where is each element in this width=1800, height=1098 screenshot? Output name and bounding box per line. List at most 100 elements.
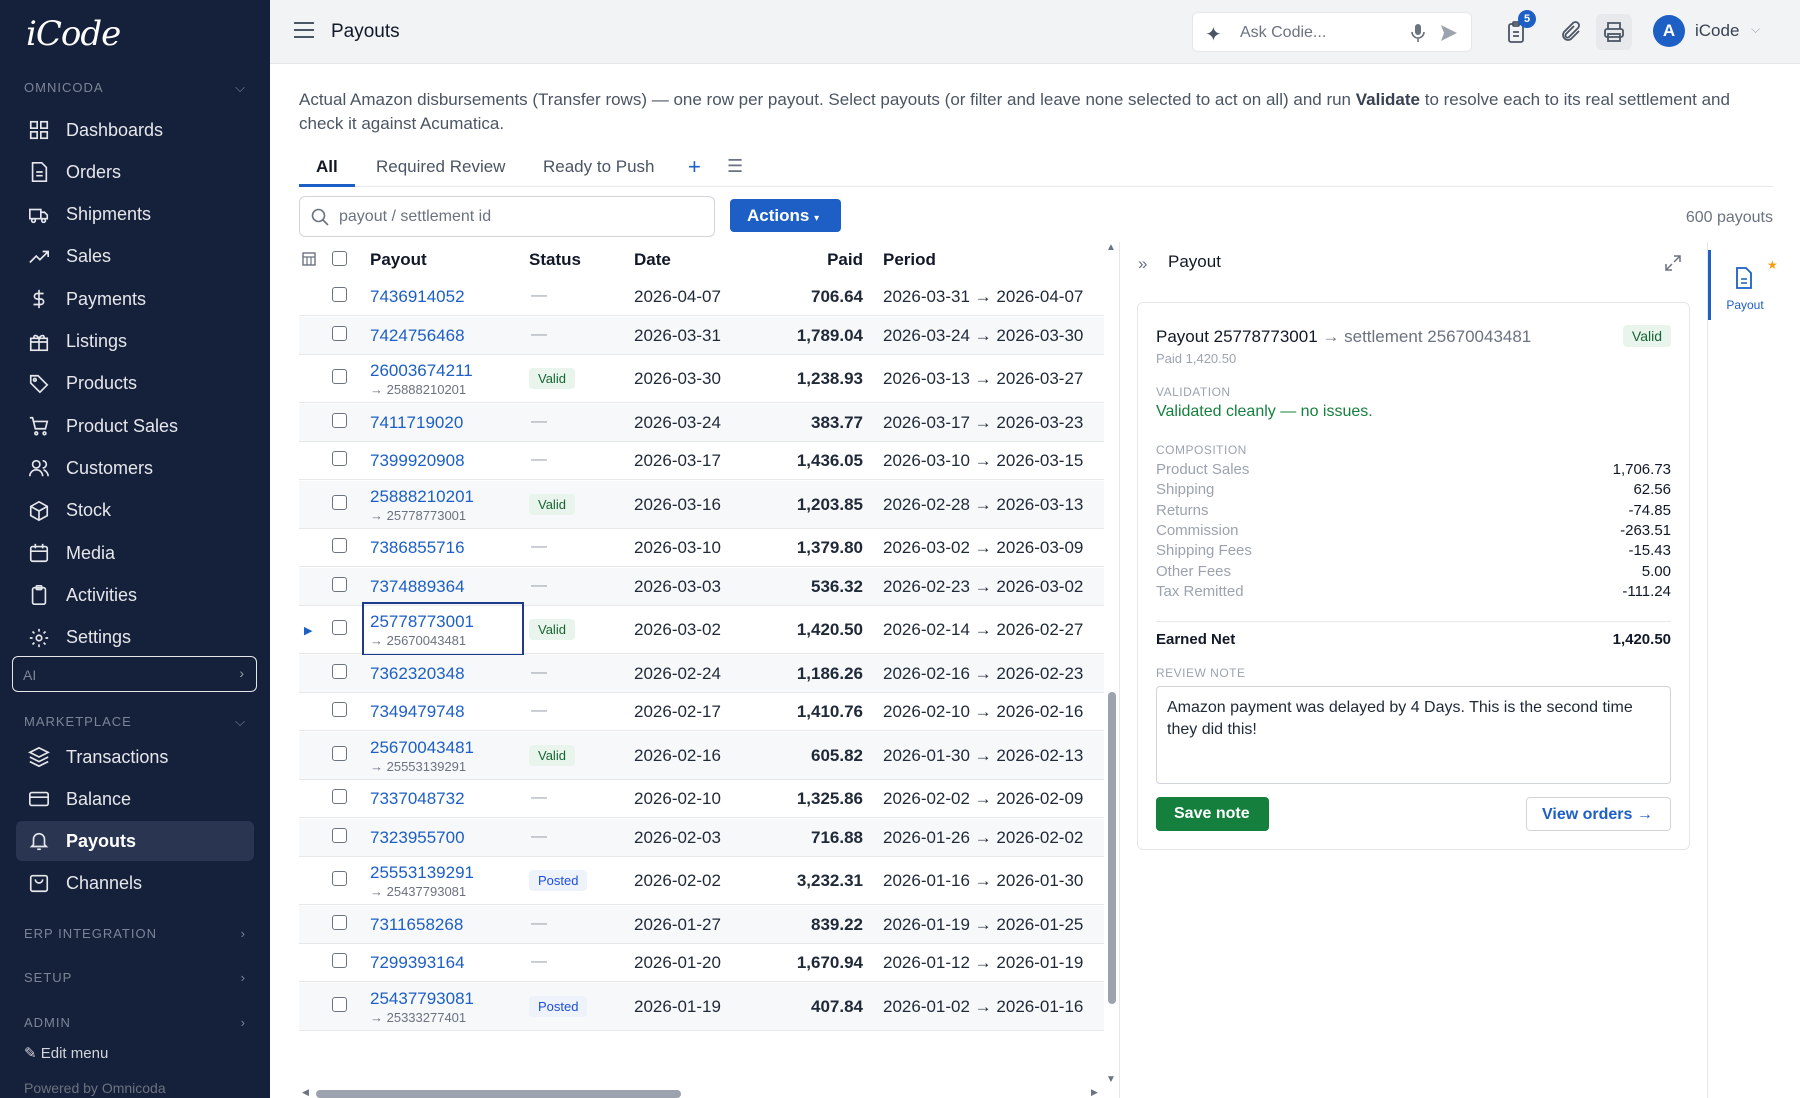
table-row[interactable]: 7411719020 — 2026-03-24 383.77 2026-03-17 → …	[299, 403, 1104, 442]
row-checkbox[interactable]	[332, 789, 347, 804]
sidebar-item-media[interactable]: Media	[16, 533, 254, 573]
row-checkbox[interactable]	[332, 538, 347, 553]
row-checkbox[interactable]	[332, 827, 347, 843]
sidebar-item-listings[interactable]: Listings	[16, 322, 254, 362]
section-erp-integration[interactable]: ERP INTEGRATION ›	[24, 926, 246, 946]
payout-id-link[interactable]: 7299393164	[370, 953, 465, 973]
horizontal-scrollbar[interactable]: ◀ ▶	[299, 1087, 1104, 1098]
review-note-textarea[interactable]: Amazon payment was delayed by 4 Days. Th…	[1156, 686, 1671, 784]
list-icon[interactable]: ☰	[727, 156, 743, 177]
view-orders-button[interactable]: View orders →	[1526, 797, 1671, 831]
attach-button[interactable]	[1553, 14, 1589, 50]
search-input[interactable]: payout / settlement id	[299, 196, 715, 237]
payout-id-link[interactable]: 7411719020	[370, 413, 463, 433]
horizontal-scroll-thumb[interactable]	[316, 1090, 681, 1098]
payout-id-link[interactable]: 7337048732	[370, 789, 465, 809]
ask-codie-input[interactable]: ✦ Ask Codie...	[1192, 12, 1472, 52]
payout-id-link[interactable]: 7399920908	[370, 451, 465, 471]
row-checkbox[interactable]	[332, 663, 347, 679]
payout-id-link[interactable]: 26003674211	[370, 361, 473, 381]
row-checkbox[interactable]	[332, 325, 347, 341]
table-row[interactable]: 7399920908 — 2026-03-17 1,436.05 2026-03-10 …	[299, 442, 1104, 480]
section-marketplace[interactable]: MARKETPLACE ⌵	[24, 714, 246, 734]
table-row[interactable]: 25437793081 → 25333277401 Posted 2026-01-19…	[299, 982, 1104, 1031]
table-row[interactable]: 25888210201 → 25778773001 Valid 2026-03-16 1…	[299, 480, 1104, 529]
column-header-payout[interactable]: Payout	[370, 250, 427, 270]
actions-button[interactable]: Actions ▾	[730, 199, 841, 232]
sidebar-item-payments[interactable]: Payments	[16, 279, 254, 319]
sidebar-item-activities[interactable]: Activities	[16, 575, 254, 615]
user-name[interactable]: iCode	[1695, 21, 1739, 41]
table-row[interactable]: 7337048732 — 2026-02-10 1,325.86 2026-02-02 …	[299, 780, 1104, 818]
column-header-date[interactable]: Date	[634, 250, 671, 270]
select-all-checkbox[interactable]	[332, 251, 347, 266]
row-checkbox[interactable]	[332, 369, 347, 384]
table-row[interactable]: 25670043481 → 25553139291 Valid 2026-02-16 6…	[299, 731, 1104, 780]
payout-id-link[interactable]: 7349479748	[370, 702, 465, 722]
chevron-down-icon[interactable]: ⌵	[1751, 22, 1760, 37]
ai-menu[interactable]: AI ›	[12, 656, 257, 692]
table-row[interactable]: 7323955700 — 2026-02-03 716.88 2026-01-26 → …	[299, 818, 1104, 857]
row-checkbox[interactable]	[332, 914, 347, 930]
section-setup[interactable]: SETUP ›	[24, 970, 246, 990]
tab-all[interactable]: All	[299, 157, 355, 187]
table-row[interactable]: 7349479748 — 2026-02-17 1,410.76 2026-02-10 …	[299, 693, 1104, 731]
table-row[interactable]: 26003674211 → 25888210201 Valid 2026-03-30 1…	[299, 355, 1104, 403]
table-row[interactable]: 7386855716 — 2026-03-10 1,379.80 2026-03-02 …	[299, 529, 1104, 567]
payout-id-link[interactable]: 7386855716	[370, 538, 465, 558]
sidebar-item-payouts[interactable]: Payouts	[16, 821, 254, 861]
sidebar-item-product-sales[interactable]: Product Sales	[16, 406, 254, 446]
sidebar-item-stock[interactable]: Stock	[16, 491, 254, 531]
sidebar-item-balance[interactable]: Balance	[16, 779, 254, 819]
collapse-icon[interactable]: »	[1138, 254, 1147, 274]
table-row[interactable]: ▶ 25778773001 → 25670043481 Valid 2026-03-02…	[299, 602, 1104, 656]
payout-id-link[interactable]: 25553139291	[370, 863, 474, 883]
menu-icon[interactable]	[292, 20, 316, 40]
payout-id-link[interactable]: 7311658268	[370, 915, 463, 935]
section-omnicoda[interactable]: OMNICODA ⌵	[24, 80, 246, 100]
row-checkbox[interactable]	[332, 953, 347, 968]
column-settings-icon[interactable]	[302, 251, 316, 271]
column-header-period[interactable]: Period	[883, 250, 936, 270]
row-checkbox[interactable]	[332, 745, 347, 761]
vertical-scroll-thumb[interactable]	[1108, 692, 1116, 1004]
row-checkbox[interactable]	[332, 702, 347, 717]
payout-id-link[interactable]: 7374889364	[370, 577, 465, 597]
expand-icon[interactable]	[1664, 254, 1682, 272]
edit-menu-link[interactable]: ✎ Edit menu	[24, 1044, 108, 1062]
row-checkbox[interactable]	[332, 576, 347, 592]
column-header-paid[interactable]: Paid	[827, 250, 863, 270]
sidebar-item-dashboards[interactable]: Dashboards	[16, 110, 254, 150]
sidebar-item-customers[interactable]: Customers	[16, 448, 254, 488]
avatar[interactable]: A	[1653, 15, 1685, 47]
sidebar-item-transactions[interactable]: Transactions	[16, 737, 254, 777]
sidebar-item-channels[interactable]: Channels	[16, 863, 254, 903]
payout-id-link[interactable]: 7424756468	[370, 326, 465, 346]
sidebar-item-orders[interactable]: Orders	[16, 152, 254, 192]
row-checkbox[interactable]	[332, 996, 347, 1012]
column-header-status[interactable]: Status	[529, 250, 581, 270]
payout-id-link[interactable]: 25888210201	[370, 487, 474, 507]
payout-id-link[interactable]: 7436914052	[370, 287, 465, 307]
send-icon[interactable]	[1439, 23, 1459, 43]
vertical-scrollbar[interactable]: ▲ ▼	[1104, 242, 1118, 1087]
payout-id-link[interactable]: 7362320348	[370, 664, 465, 684]
sidebar-item-settings[interactable]: Settings	[16, 618, 254, 658]
scroll-left-icon[interactable]: ◀	[302, 1087, 309, 1098]
payout-id-link[interactable]: 25437793081	[370, 989, 474, 1009]
save-note-button[interactable]: Save note	[1156, 797, 1269, 831]
table-row[interactable]: 7374889364 — 2026-03-03 536.32 2026-02-23 → …	[299, 567, 1104, 606]
sidebar-item-products[interactable]: Products	[16, 364, 254, 404]
row-checkbox[interactable]	[332, 871, 347, 886]
scroll-right-icon[interactable]: ▶	[1091, 1087, 1098, 1098]
row-checkbox[interactable]	[332, 451, 347, 466]
row-checkbox[interactable]	[332, 287, 347, 302]
scroll-down-icon[interactable]: ▼	[1106, 1074, 1116, 1085]
row-checkbox[interactable]	[332, 412, 347, 428]
table-row[interactable]: 25553139291 → 25437793081 Posted 2026-02-02…	[299, 857, 1104, 905]
scroll-up-icon[interactable]: ▲	[1106, 242, 1116, 253]
table-row[interactable]: 7424756468 — 2026-03-31 1,789.04 2026-03-24 …	[299, 316, 1104, 355]
microphone-icon[interactable]	[1409, 23, 1427, 43]
table-row[interactable]: 7436914052 — 2026-04-07 706.64 2026-03-31 → …	[299, 278, 1104, 316]
print-button[interactable]	[1596, 14, 1632, 50]
